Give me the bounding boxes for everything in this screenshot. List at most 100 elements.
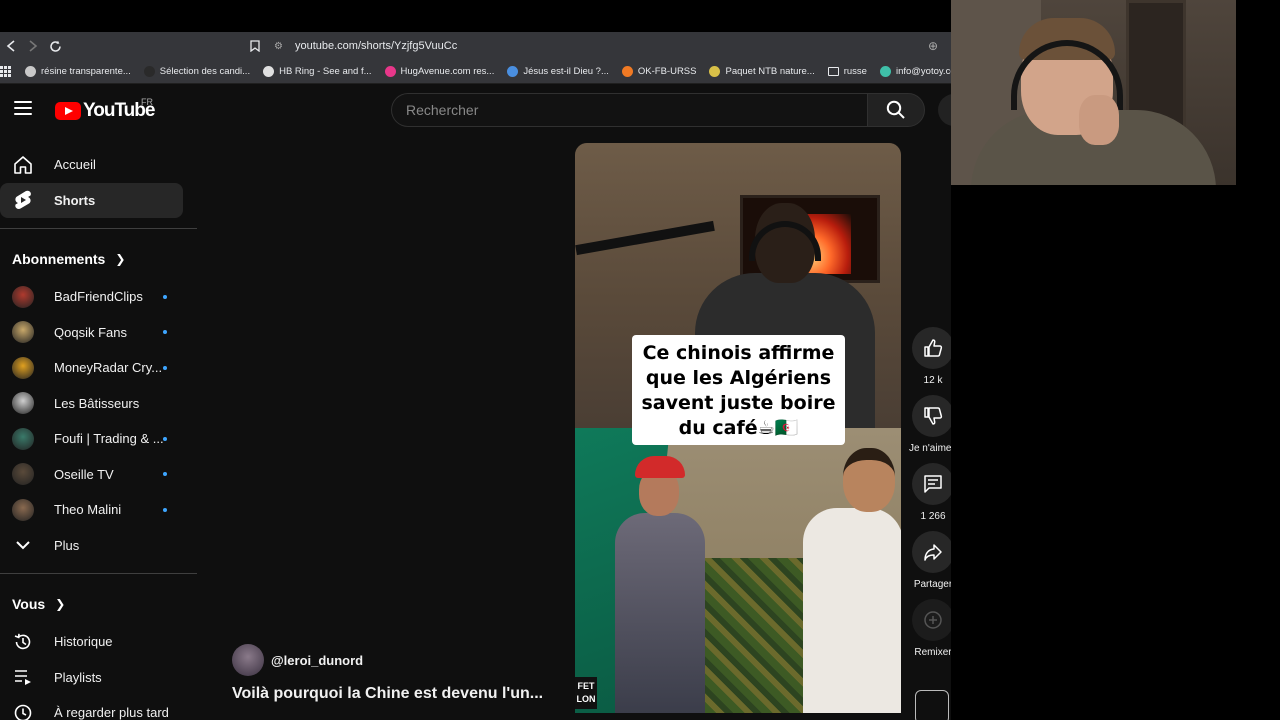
channel-avatar[interactable] (232, 644, 264, 676)
reload-icon[interactable] (44, 35, 66, 57)
subscriptions-title: Abonnements (12, 251, 106, 267)
sidebar-item-label: Shorts (54, 192, 96, 208)
channel-avatar (12, 498, 34, 521)
subscriptions-header[interactable]: Abonnements ❯ (0, 239, 197, 279)
bookmark-item[interactable]: OK-FB-URSS (621, 66, 696, 77)
subscription-label: Foufi | Trading & ... (54, 431, 164, 447)
new-content-dot (163, 365, 167, 370)
sidebar-divider (0, 573, 197, 574)
apps-icon[interactable] (0, 66, 11, 77)
sidebar-subscription[interactable]: BadFriendClips (0, 279, 183, 315)
like-button[interactable] (912, 327, 954, 369)
region-code: FR (141, 97, 153, 107)
dislike-button[interactable] (912, 395, 954, 437)
sidebar-subscription[interactable]: Theo Malini (0, 492, 183, 528)
subscription-label: Les Bâtisseurs (54, 395, 140, 411)
bookmark-item[interactable]: russe (827, 66, 867, 77)
bookmark-item[interactable]: HB Ring - See and f... (263, 66, 372, 77)
bookmark-label: Jésus est-il Dieu ?... (523, 66, 609, 77)
address-bar[interactable]: ⚙ youtube.com/shorts/Yzjfg5VuuCc ⊕ (250, 36, 946, 56)
new-content-dot (163, 436, 167, 441)
home-icon (12, 154, 34, 176)
comments-button[interactable] (912, 463, 954, 505)
search-button[interactable] (867, 93, 925, 127)
channel-avatar (12, 321, 34, 344)
sidebar-subscription[interactable]: MoneyRadar Cry... (0, 350, 183, 386)
sidebar-subscription[interactable]: Foufi | Trading & ... (0, 421, 183, 457)
playlists-icon (12, 666, 34, 688)
chevron-down-icon (12, 534, 34, 556)
channel-avatar (12, 392, 34, 415)
favicon-icon (25, 66, 36, 77)
video-man-right (803, 508, 901, 713)
channel-name[interactable]: @leroi_dunord (271, 653, 363, 668)
share-icon (924, 544, 942, 561)
video-title[interactable]: Voilà pourquoi la Chine est devenu l'un.… (232, 685, 543, 703)
voice-search-button[interactable] (938, 94, 951, 126)
video-mic-arm (575, 220, 715, 256)
chevron-right-icon: ❯ (115, 252, 126, 266)
sidebar-item-label: Historique (54, 634, 113, 650)
favicon-icon (143, 66, 155, 77)
you-title: Vous (12, 596, 46, 612)
sidebar-item-label: Playlists (54, 669, 102, 685)
you-header[interactable]: Vous ❯ (0, 584, 197, 624)
bookmark-item[interactable]: info@yotoy.com (879, 66, 951, 77)
sidebar-item-playlists[interactable]: Playlists (0, 660, 183, 696)
site-info-icon[interactable]: ⚙ (274, 41, 283, 52)
webcam-person-hand (1079, 95, 1119, 145)
sidebar-subscription[interactable]: Oseille TV (0, 457, 183, 493)
share-button[interactable] (912, 531, 954, 573)
sound-icon[interactable] (915, 690, 949, 720)
bookmark-label: Sélection des candi... (159, 66, 251, 77)
sidebar-item-home[interactable]: Accueil (0, 147, 183, 183)
comment-icon (924, 475, 942, 493)
new-content-dot (163, 472, 167, 477)
bookmark-label: info@yotoy.com (895, 66, 951, 77)
subscription-label: Oseille TV (54, 466, 114, 482)
back-icon[interactable] (0, 35, 22, 57)
watch-later-icon (12, 702, 34, 720)
url-text[interactable]: youtube.com/shorts/Yzjfg5VuuCc (295, 40, 457, 52)
search-input[interactable] (392, 94, 867, 126)
favicon-icon (507, 66, 519, 77)
sidebar-divider (0, 228, 197, 229)
bookmark-item[interactable]: résine transparente... (25, 66, 131, 77)
subscription-label: Qoqsik Fans (54, 324, 127, 340)
remix-button[interactable] (912, 599, 954, 641)
bookmark-item[interactable]: Sélection des candi... (143, 66, 251, 77)
new-content-dot (163, 507, 167, 512)
shorts-icon (12, 189, 34, 211)
bookmark-item[interactable]: HugAvenue.com res... (384, 66, 494, 77)
channel-avatar (12, 427, 34, 450)
bookmark-label: HB Ring - See and f... (279, 66, 372, 77)
bookmark-star-icon[interactable] (250, 40, 260, 52)
sidebar-item-history[interactable]: Historique (0, 624, 183, 660)
menu-icon[interactable] (14, 101, 32, 115)
zoom-icon[interactable]: ⊕ (928, 39, 938, 53)
bookmark-item[interactable]: Paquet NTB nature... (709, 66, 815, 77)
sidebar-subscription[interactable]: Qoqsik Fans (0, 315, 183, 351)
sidebar-item-watch-later[interactable]: À regarder plus tard (0, 695, 183, 720)
sidebar-subscription[interactable]: Les Bâtisseurs (0, 386, 183, 422)
history-icon (12, 631, 34, 653)
new-content-dot (163, 330, 167, 335)
thumbs-down-icon (924, 407, 943, 425)
window-top-bar (0, 0, 951, 32)
sidebar-item-shorts[interactable]: Shorts (0, 182, 183, 218)
video-caption: Ce chinois affirme que les Algériens sav… (632, 335, 845, 445)
youtube-header: YouTube FR (0, 85, 951, 135)
favicon-icon (384, 66, 396, 77)
sidebar-more[interactable]: Plus (0, 528, 183, 564)
webcam-overlay (951, 0, 1236, 185)
bookmark-label: Paquet NTB nature... (725, 66, 815, 77)
forward-icon[interactable] (22, 35, 44, 57)
video-frame-bottom (575, 428, 901, 713)
bookmark-item[interactable]: Jésus est-il Dieu ?... (507, 66, 609, 77)
youtube-logo[interactable]: YouTube (55, 100, 155, 122)
channel-info[interactable]: @leroi_dunord (232, 644, 363, 676)
empty-area (951, 185, 1280, 720)
video-red-cap (635, 456, 685, 478)
sidebar-more-label: Plus (54, 537, 80, 553)
short-video-player[interactable]: Ce chinois affirme que les Algériens sav… (575, 143, 901, 713)
